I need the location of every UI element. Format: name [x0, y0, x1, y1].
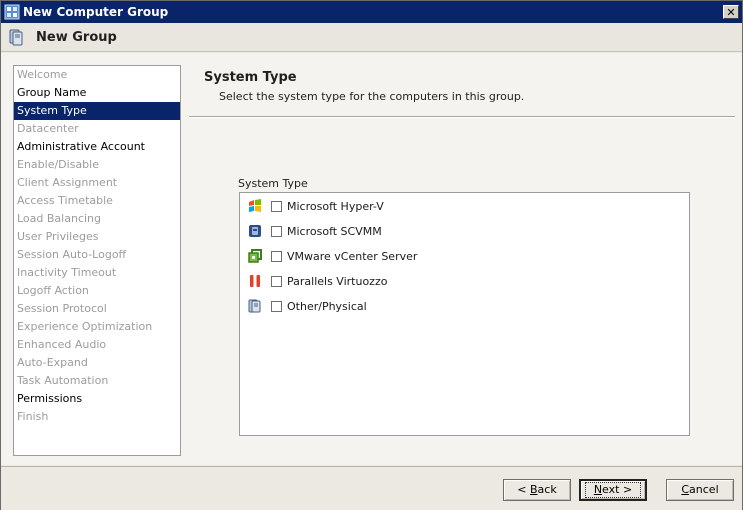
- parallels-icon: [250, 275, 260, 287]
- step-welcome[interactable]: Welcome: [14, 66, 180, 84]
- panel-description: Select the system type for the computers…: [219, 90, 525, 103]
- step-session-protocol[interactable]: Session Protocol: [14, 300, 180, 318]
- wizard-footer: < Back Next > Cancel: [1, 466, 742, 510]
- parallels-label: Parallels Virtuozzo: [287, 274, 388, 288]
- vmware-label: VMware vCenter Server: [287, 249, 418, 263]
- wizard-steps-list: Welcome Group Name System Type Datacente…: [13, 65, 181, 456]
- step-load-balancing[interactable]: Load Balancing: [14, 210, 180, 228]
- step-experience-optimization[interactable]: Experience Optimization: [14, 318, 180, 336]
- wizard-header: New Group: [1, 23, 742, 52]
- step-client-assignment[interactable]: Client Assignment: [14, 174, 180, 192]
- hyper-v-checkbox[interactable]: [271, 200, 282, 212]
- option-other-physical[interactable]: Other/Physical: [248, 297, 367, 315]
- system-type-list: Microsoft Hyper-V Microsoft SCVMM VMware…: [239, 192, 690, 436]
- step-inactivity-timeout[interactable]: Inactivity Timeout: [14, 264, 180, 282]
- other-physical-label: Other/Physical: [287, 299, 367, 313]
- vmware-checkbox[interactable]: [271, 250, 282, 262]
- step-group-name[interactable]: Group Name: [14, 84, 180, 102]
- computer-group-icon: [9, 29, 23, 46]
- app-grid-icon: [4, 4, 20, 20]
- cancel-label-rest: ancel: [689, 483, 719, 496]
- step-enhanced-audio[interactable]: Enhanced Audio: [14, 336, 180, 354]
- system-type-label: System Type: [238, 177, 308, 190]
- parallels-checkbox[interactable]: [271, 275, 282, 287]
- back-accesskey: B: [530, 483, 538, 496]
- next-button[interactable]: Next >: [579, 479, 647, 501]
- step-system-type[interactable]: System Type: [14, 102, 180, 120]
- hyper-v-label: Microsoft Hyper-V: [287, 199, 384, 213]
- wizard-window: New Computer Group ✕ New Group Welcome G…: [0, 0, 743, 510]
- other-physical-checkbox[interactable]: [271, 300, 282, 312]
- step-administrative-account[interactable]: Administrative Account: [14, 138, 180, 156]
- step-access-timetable[interactable]: Access Timetable: [14, 192, 180, 210]
- window-title: New Computer Group: [23, 5, 169, 19]
- cancel-button[interactable]: Cancel: [666, 479, 734, 501]
- step-enable-disable[interactable]: Enable/Disable: [14, 156, 180, 174]
- step-task-automation[interactable]: Task Automation: [14, 372, 180, 390]
- cancel-accesskey: C: [681, 483, 690, 496]
- next-focus-rect: Next >: [584, 482, 642, 498]
- option-parallels[interactable]: Parallels Virtuozzo: [248, 272, 387, 290]
- back-button[interactable]: < Back: [503, 479, 571, 501]
- next-accesskey: N: [593, 483, 603, 496]
- back-prefix: <: [517, 483, 530, 496]
- header-title: New Group: [36, 29, 117, 45]
- panel-title: System Type: [204, 70, 297, 85]
- step-session-auto-logoff[interactable]: Session Auto-Logoff: [14, 246, 180, 264]
- next-label-rest: ext >: [602, 483, 633, 496]
- option-scvmm[interactable]: Microsoft SCVMM: [248, 222, 382, 240]
- physical-icon: [248, 299, 261, 313]
- step-user-privileges[interactable]: User Privileges: [14, 228, 180, 246]
- step-datacenter[interactable]: Datacenter: [14, 120, 180, 138]
- close-icon: ✕: [726, 5, 736, 19]
- scvmm-label: Microsoft SCVMM: [287, 224, 382, 238]
- step-auto-expand[interactable]: Auto-Expand: [14, 354, 180, 372]
- step-finish[interactable]: Finish: [14, 408, 180, 426]
- title-bar[interactable]: New Computer Group ✕: [1, 1, 742, 23]
- content-area: Welcome Group Name System Type Datacente…: [1, 53, 742, 465]
- vmware-icon: [248, 249, 262, 263]
- step-permissions[interactable]: Permissions: [14, 390, 180, 408]
- scvmm-icon: [249, 225, 261, 237]
- scvmm-checkbox[interactable]: [271, 225, 282, 237]
- option-hyper-v[interactable]: Microsoft Hyper-V: [248, 197, 384, 215]
- step-logoff-action[interactable]: Logoff Action: [14, 282, 180, 300]
- hyperv-icon: [249, 199, 261, 212]
- header-divider: [189, 116, 735, 118]
- option-vmware[interactable]: VMware vCenter Server: [248, 247, 417, 265]
- close-button[interactable]: ✕: [723, 5, 739, 19]
- back-label-rest: ack: [537, 483, 557, 496]
